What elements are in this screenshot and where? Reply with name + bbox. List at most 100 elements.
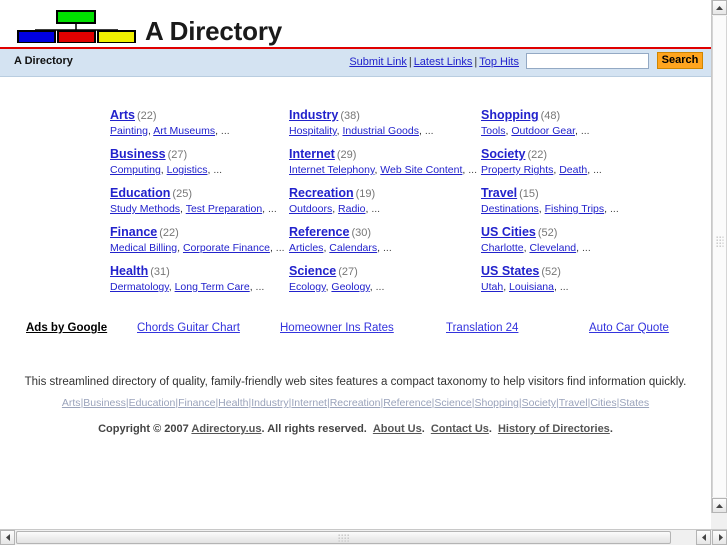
scrollbar-grip-icon xyxy=(716,236,723,247)
category-subs: Computing, Logistics, ... xyxy=(110,164,223,176)
navigation-bar: A Directory Submit Link | Latest Links | Top… xyxy=(0,49,711,77)
subcategory-link[interactable]: Medical Billing xyxy=(110,242,177,254)
subcategory-link[interactable]: Outdoor Gear xyxy=(511,125,575,137)
scroll-left-button-right[interactable] xyxy=(696,530,711,545)
scroll-up-button[interactable] xyxy=(712,0,727,15)
search-button[interactable]: Search xyxy=(657,52,703,69)
scroll-up-button-bottom[interactable] xyxy=(712,498,727,513)
subcategory-more: ... xyxy=(275,242,285,254)
subcategory-link[interactable]: Utah xyxy=(481,281,503,293)
category-block: Shopping (48) Tools, Outdoor Gear, ... xyxy=(481,108,671,137)
footer-link-arts[interactable]: Arts xyxy=(62,397,81,409)
subcategory-link[interactable]: Painting xyxy=(110,125,148,137)
nav-link-latest-links[interactable]: Latest Links xyxy=(414,56,473,68)
category-link-reference[interactable]: Reference xyxy=(289,225,349,239)
category-link-education[interactable]: Education xyxy=(110,186,170,200)
subcategory-link[interactable]: Radio xyxy=(338,203,365,215)
footer-link-about-us[interactable]: About Us xyxy=(373,423,422,435)
subcategory-link[interactable]: Cleveland xyxy=(529,242,576,254)
footer-link-society[interactable]: Society xyxy=(522,397,556,409)
category-heading: Business (27) xyxy=(110,147,300,162)
category-link-recreation[interactable]: Recreation xyxy=(289,186,354,200)
subcategory-more: ... xyxy=(424,125,434,137)
category-link-internet[interactable]: Internet xyxy=(289,147,335,161)
nav-link-top-hits[interactable]: Top Hits xyxy=(479,56,519,68)
subcategory-link[interactable]: Hospitality xyxy=(289,125,337,137)
subcategory-link[interactable]: Internet Telephony xyxy=(289,164,374,176)
category-subs: Property Rights, Death, ... xyxy=(481,164,602,176)
subcategory-link[interactable]: Logistics xyxy=(167,164,208,176)
copyright-site-link[interactable]: Adirectory.us xyxy=(191,423,261,435)
category-link-finance[interactable]: Finance xyxy=(110,225,157,239)
footer-link-reference[interactable]: Reference xyxy=(383,397,431,409)
subcategory-more: ... xyxy=(220,125,230,137)
subcategory-link[interactable]: Web Site Content xyxy=(380,164,462,176)
subcategory-link[interactable]: Articles xyxy=(289,242,323,254)
footer-link-history-of-directories[interactable]: History of Directories xyxy=(498,423,610,435)
subcategory-link[interactable]: Test Preparation xyxy=(186,203,262,215)
category-link-arts[interactable]: Arts xyxy=(110,108,135,122)
subcategory-more: ... xyxy=(375,281,385,293)
category-link-us-cities[interactable]: US Cities xyxy=(481,225,536,239)
subcategory-link[interactable]: Geology xyxy=(331,281,369,293)
footer-link-contact-us[interactable]: Contact Us xyxy=(431,423,489,435)
subcategory-link[interactable]: Corporate Finance xyxy=(183,242,270,254)
footer-link-travel[interactable]: Travel xyxy=(559,397,588,409)
ad-link-4[interactable]: Auto Car Quote xyxy=(589,322,669,334)
footer-link-recreation[interactable]: Recreation xyxy=(330,397,381,409)
category-link-industry[interactable]: Industry xyxy=(289,108,338,122)
category-link-health[interactable]: Health xyxy=(110,264,148,278)
footer-link-shopping[interactable]: Shopping xyxy=(475,397,519,409)
subcategory-link[interactable]: Outdoors xyxy=(289,203,332,215)
subcategory-link[interactable]: Art Museums xyxy=(153,125,215,137)
category-count: (48) xyxy=(540,110,561,122)
subcategory-link[interactable]: Dermatology xyxy=(110,281,169,293)
ads-by-google-label[interactable]: Ads by Google xyxy=(26,322,107,334)
scroll-right-button[interactable] xyxy=(712,530,727,545)
footer-link-science[interactable]: Science xyxy=(434,397,471,409)
category-subs: Hospitality, Industrial Goods, ... xyxy=(289,125,434,137)
ad-link-3[interactable]: Translation 24 xyxy=(446,322,518,334)
footer-link-cities[interactable]: Cities xyxy=(590,397,616,409)
footer-link-industry[interactable]: Industry xyxy=(251,397,288,409)
category-link-us-states[interactable]: US States xyxy=(481,264,539,278)
scrollbar-horizontal[interactable] xyxy=(0,529,727,545)
category-link-travel[interactable]: Travel xyxy=(481,186,517,200)
footer-link-education[interactable]: Education xyxy=(129,397,176,409)
category-link-science[interactable]: Science xyxy=(289,264,336,278)
category-subs: Ecology, Geology, ... xyxy=(289,281,385,293)
category-heading: Finance (22) xyxy=(110,225,300,240)
subcategory-link[interactable]: Destinations xyxy=(481,203,539,215)
subcategory-link[interactable]: Charlotte xyxy=(481,242,524,254)
scrollbar-vertical[interactable] xyxy=(711,0,727,529)
subcategory-link[interactable]: Long Term Care xyxy=(175,281,250,293)
footer-link-states[interactable]: States xyxy=(619,397,649,409)
category-link-society[interactable]: Society xyxy=(481,147,525,161)
subcategory-link[interactable]: Computing xyxy=(110,164,161,176)
ad-link-2[interactable]: Homeowner Ins Rates xyxy=(280,322,394,334)
subcategory-link[interactable]: Louisiana xyxy=(509,281,554,293)
footer-link-health[interactable]: Health xyxy=(218,397,248,409)
subcategory-link[interactable]: Industrial Goods xyxy=(343,125,419,137)
footer-link-internet[interactable]: Internet xyxy=(291,397,327,409)
footer-link-finance[interactable]: Finance xyxy=(178,397,215,409)
category-block: Science (27) Ecology, Geology, ... xyxy=(289,264,479,293)
footer-link-business[interactable]: Business xyxy=(83,397,126,409)
scroll-left-button[interactable] xyxy=(0,530,15,545)
subcategory-link[interactable]: Fishing Trips xyxy=(545,203,605,215)
subcategory-link[interactable]: Tools xyxy=(481,125,506,137)
nav-link-submit-link[interactable]: Submit Link xyxy=(349,56,406,68)
scrollbar-vertical-thumb[interactable] xyxy=(712,16,727,497)
subcategory-link[interactable]: Study Methods xyxy=(110,203,180,215)
ad-link-1[interactable]: Chords Guitar Chart xyxy=(137,322,240,334)
category-link-shopping[interactable]: Shopping xyxy=(481,108,539,122)
subcategory-link[interactable]: Calendars xyxy=(329,242,377,254)
subcategory-link[interactable]: Ecology xyxy=(289,281,326,293)
search-input[interactable] xyxy=(526,53,649,69)
category-link-business[interactable]: Business xyxy=(110,147,166,161)
link-suffix: . xyxy=(609,423,613,435)
category-column-2: Industry (38) Hospitality, Industrial Goo… xyxy=(289,108,479,303)
scrollbar-horizontal-thumb[interactable] xyxy=(16,531,671,544)
subcategory-link[interactable]: Death xyxy=(559,164,587,176)
subcategory-link[interactable]: Property Rights xyxy=(481,164,553,176)
